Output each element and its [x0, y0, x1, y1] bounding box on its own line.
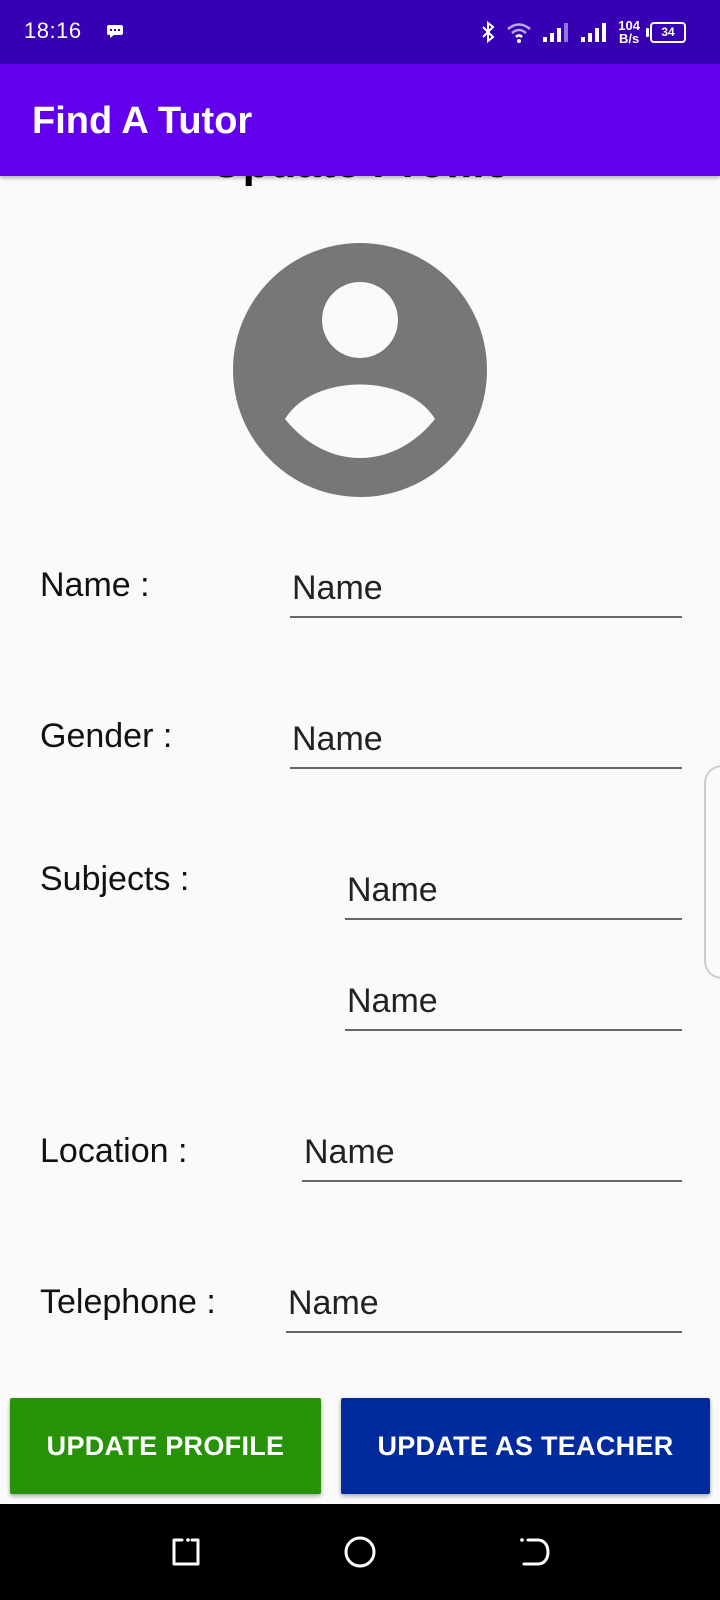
telephone-field[interactable]: Name [286, 1275, 682, 1333]
net-speed-unit: B/s [619, 31, 640, 46]
edge-panel-handle[interactable] [704, 765, 720, 979]
gender-field[interactable]: Name [290, 711, 682, 769]
bluetooth-icon [482, 20, 495, 44]
name-field[interactable]: Name [290, 560, 682, 618]
signal-icon [581, 23, 607, 42]
battery-icon: 34 [646, 21, 686, 43]
status-bar: 18:16 104 B/s 34 [0, 0, 720, 64]
update-profile-button[interactable]: UPDATE PROFILE [10, 1398, 321, 1494]
profile-form-scroll[interactable]: Update Profile Name : Name Gender : Name… [0, 176, 720, 1502]
avatar-icon[interactable] [233, 243, 487, 497]
app-bar: Find A Tutor [0, 64, 720, 176]
signal-icon [543, 23, 569, 42]
subjects-label: Subjects : [40, 860, 190, 898]
net-speed: 104 B/s [618, 19, 640, 45]
battery-level: 34 [661, 25, 675, 39]
status-icons: 104 B/s 34 [480, 14, 686, 50]
wifi-icon [507, 23, 532, 43]
page-title: Update Profile [0, 176, 720, 188]
app-title: Find A Tutor [32, 100, 253, 142]
gender-label: Gender : [40, 717, 173, 755]
subject-1-field[interactable]: Name [345, 862, 682, 920]
location-label: Location : [40, 1132, 188, 1170]
subject-2-field[interactable]: Name [345, 973, 682, 1031]
home-icon[interactable] [342, 1534, 378, 1570]
status-time: 18:16 [24, 18, 82, 43]
back-icon[interactable] [516, 1534, 552, 1570]
location-field[interactable]: Name [302, 1124, 682, 1182]
name-label: Name : [40, 566, 150, 604]
navigation-bar [0, 1504, 720, 1600]
update-as-teacher-button[interactable]: UPDATE AS TEACHER [341, 1398, 710, 1494]
message-icon [107, 25, 123, 38]
telephone-label: Telephone : [40, 1283, 216, 1321]
recents-icon[interactable] [168, 1534, 204, 1570]
